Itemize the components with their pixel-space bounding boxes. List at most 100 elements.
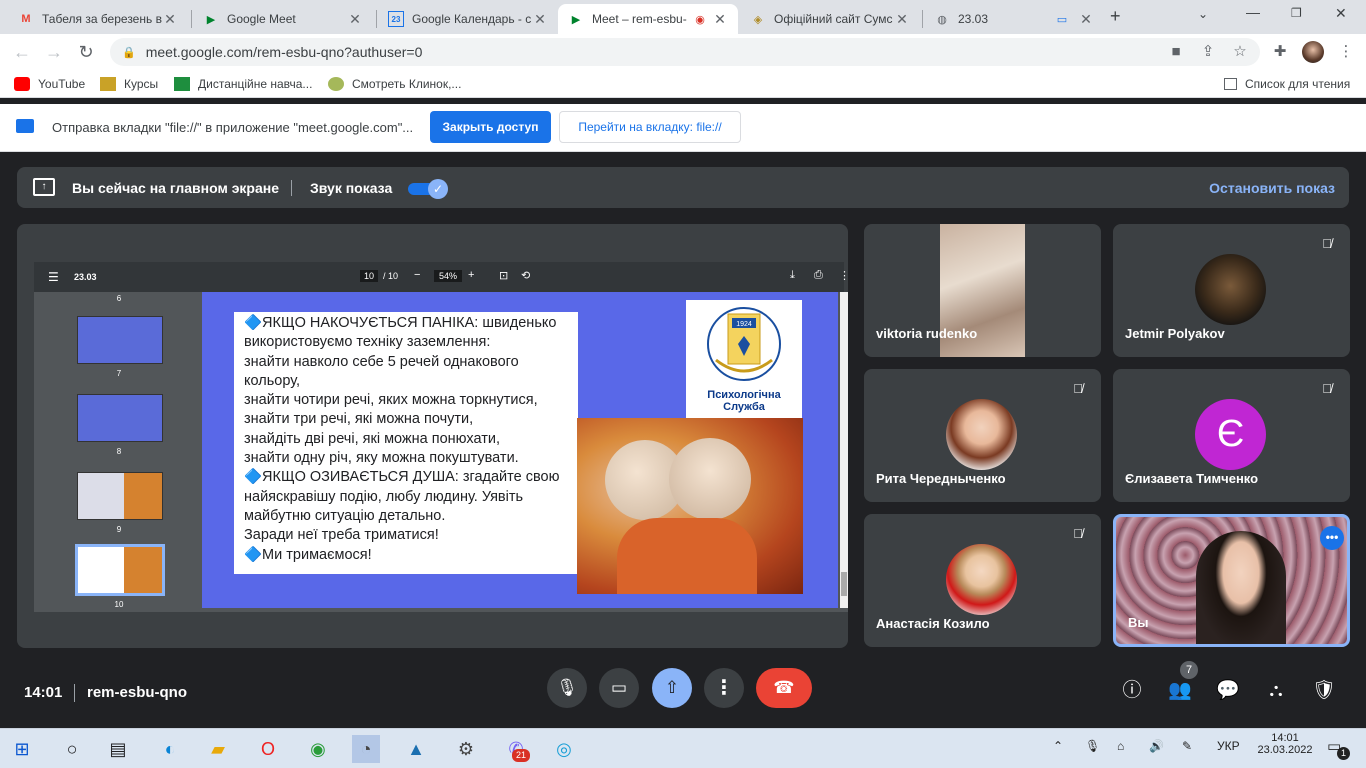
zoom-in-icon[interactable]: + [468,269,474,281]
meet-icon: ▶ [206,13,216,26]
courses-icon [100,77,116,91]
present-button[interactable]: ⇧ [652,668,692,708]
self-video-tile[interactable]: ••• Вы [1113,514,1350,647]
bookmark-distance[interactable]: Дистанційне навча... [174,75,312,93]
restore-button[interactable]: ❐ [1291,6,1302,20]
edge-icon[interactable]: ◐ [156,735,184,763]
bookmark-youtube[interactable]: YouTube [14,75,85,93]
page-thumbnail[interactable] [77,394,163,442]
gmail-icon: M [21,13,31,25]
stop-sharing-button[interactable]: Закрыть доступ [430,111,551,143]
zoom-input[interactable]: 54% [434,270,463,282]
people-icon[interactable]: 👥 [1167,678,1193,704]
chrome-icon[interactable]: ◉ [304,735,332,763]
close-tab-icon[interactable]: ✕ [1078,11,1094,28]
screen-share-icon: ▭ [1056,13,1068,26]
download-icon[interactable]: ⤓ [790,269,795,282]
participant-tile[interactable]: viktoria rudenko [864,224,1101,357]
zoom-out-icon[interactable]: − [414,269,420,281]
close-tab-icon[interactable]: ✕ [532,11,548,28]
chat-icon[interactable]: 💬 [1215,678,1241,704]
reload-icon[interactable]: ↻ [74,40,98,64]
activities-icon[interactable]: ⛬ [1263,678,1289,704]
windows-start-icon[interactable]: ⊞ [8,735,36,763]
page-thumbnail[interactable] [77,472,163,520]
share-icon[interactable]: ⇪ [1196,40,1220,64]
sound-toggle[interactable]: ✓ [408,178,448,199]
search-icon[interactable]: ○ [58,735,86,763]
network-icon[interactable]: ⌂ [1117,739,1124,753]
tab-gmail[interactable]: M Табеля за березень в ✕ [8,4,188,34]
bookmark-watch[interactable]: Смотреть Клинок,... [328,75,461,93]
minimize-button[interactable]: — [1246,4,1260,20]
tab-google-calendar[interactable]: 23 Google Календарь - с ✕ [378,4,558,34]
menu-kebab-icon[interactable]: ⋮ [1334,40,1358,64]
tab-official-site[interactable]: ◈ Офіційний сайт Сумс ✕ [740,4,920,34]
page-thumbnail[interactable] [77,316,163,364]
opera-icon[interactable]: O [254,735,282,763]
more-options-button[interactable]: ⋮ [704,668,744,708]
extensions-icon[interactable]: ✚ [1268,40,1292,64]
meet-app-icon[interactable]: ◔ [352,735,380,763]
browser-toolbar: ← → ↻ 🔒 meet.google.com/rem-esbu-qno?aut… [0,34,1366,70]
avatar [1195,254,1266,325]
camera-icon[interactable]: ■ [1164,40,1188,64]
photos-icon[interactable]: ▲ [402,735,430,763]
participant-tile[interactable]: 🎙̸ Є Єлизавета Тимченко [1113,369,1350,502]
tab-meet-active[interactable]: ▶ Meet – rem-esbu- ◉ ✕ [558,4,738,34]
bookmark-courses[interactable]: Курсы [100,75,158,93]
viber-badge: 21 [512,749,530,762]
end-call-button[interactable]: ☎ [756,668,812,708]
microphone-button[interactable]: 🎙 [547,668,587,708]
tab-search-icon[interactable]: ⌄ [1198,7,1208,21]
close-tab-icon[interactable]: ✕ [162,11,178,28]
host-controls-icon[interactable]: 🛡 [1311,678,1337,704]
meet-app: ↑ Вы сейчас на главном экране Звук показ… [0,152,1366,728]
task-view-icon[interactable]: ▤ [104,735,132,763]
more-icon[interactable]: ⋮ [839,269,848,282]
microphone-tray-icon[interactable]: 🎙 [1085,739,1100,753]
bookmark-star-icon[interactable]: ☆ [1228,40,1252,64]
switch-tab-button[interactable]: Перейти на вкладку: file:// [559,111,741,143]
tab-google-meet[interactable]: ▶ Google Meet ✕ [193,4,373,34]
rotate-icon[interactable]: ⟲ [521,269,530,282]
more-options-icon[interactable]: ••• [1320,526,1344,550]
camera-button[interactable]: ▭ [599,668,639,708]
print-icon[interactable]: ⎙ [814,269,823,282]
stop-presenting-button[interactable]: Остановить показ [1209,180,1335,196]
close-tab-icon[interactable]: ✕ [894,11,910,28]
page-thumbnail-selected[interactable] [75,544,165,596]
page-input[interactable]: 10 [360,270,379,282]
menu-icon[interactable]: ☰ [48,270,59,284]
close-window-button[interactable]: ✕ [1335,5,1347,22]
close-tab-icon[interactable]: ✕ [347,11,363,28]
app-icon[interactable]: ◎ [550,735,578,763]
volume-icon[interactable]: 🔊 [1149,739,1164,753]
reading-list-icon [1224,78,1237,90]
settings-icon[interactable]: ⚙ [452,735,480,763]
new-tab-button[interactable]: + [1110,6,1121,27]
participant-tile[interactable]: 🎙̸ Анастасія Козило [864,514,1101,647]
chevron-up-icon[interactable]: ⌃ [1053,739,1063,753]
fit-page-icon[interactable]: ⊡ [499,269,508,282]
address-bar[interactable]: 🔒 meet.google.com/rem-esbu-qno?authuser=… [110,38,1260,66]
reading-list[interactable]: Список для чтения [1224,75,1350,93]
slide-scrollbar[interactable] [840,292,848,608]
windows-taskbar: ⊞ ○ ▤ ◐ ▰ O ◉ ◔ ▲ ⚙ ✆ 21 ◎ ⌃ 🎙 ⌂ 🔊 ✎ УКР… [0,728,1366,768]
back-icon[interactable]: ← [10,40,34,64]
participant-tile[interactable]: 🎙̸ Jetmir Polyakov [1113,224,1350,357]
language-indicator[interactable]: УКР [1217,739,1240,753]
avatar-initial: Є [1195,399,1266,470]
lock-icon: 🔒 [122,46,136,59]
pen-icon[interactable]: ✎ [1182,739,1192,753]
meeting-details-icon[interactable]: ⓘ [1119,678,1145,704]
participant-tile[interactable]: 🎙̸ Рита Чередныченко [864,369,1101,502]
profile-avatar[interactable] [1302,41,1324,63]
calendar-icon: 23 [388,11,404,27]
close-tab-icon[interactable]: ✕ [712,11,728,28]
self-video [1196,531,1286,644]
forward-icon[interactable]: → [42,40,66,64]
tab-pdf[interactable]: ◍ 23.03 ▭ ✕ [924,4,1104,34]
clock[interactable]: 14:01 23.03.2022 [1255,732,1315,756]
file-explorer-icon[interactable]: ▰ [204,735,232,763]
